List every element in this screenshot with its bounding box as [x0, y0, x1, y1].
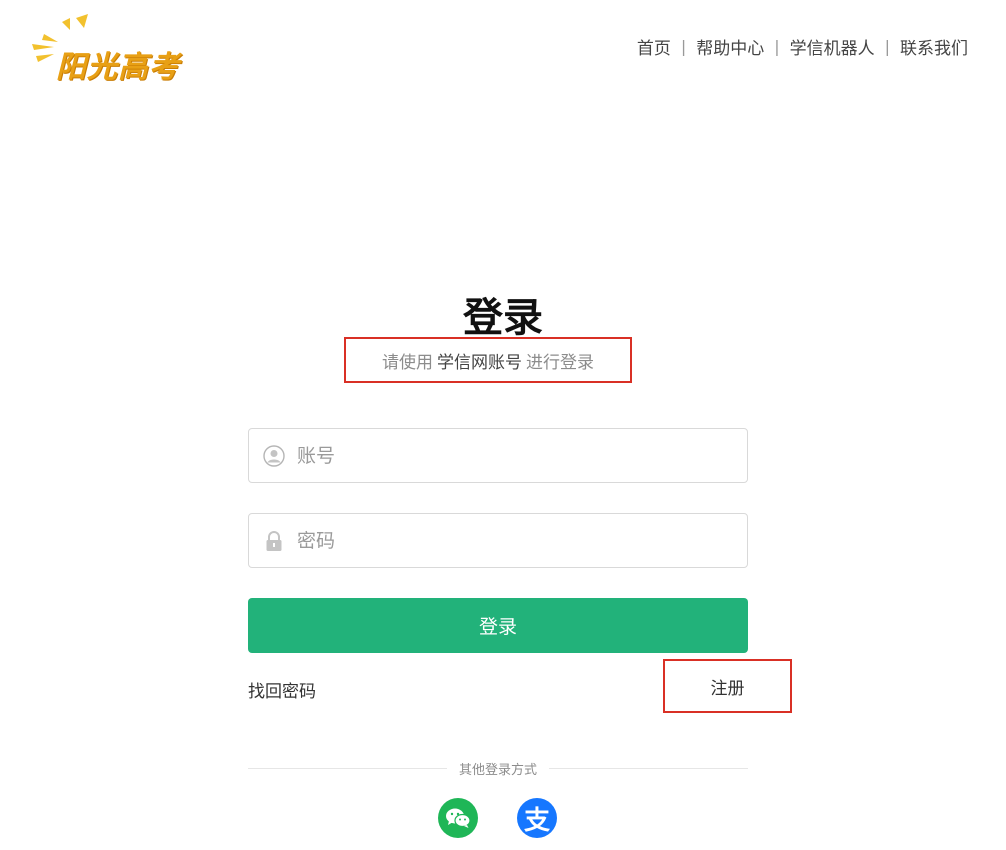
wechat-icon [446, 808, 471, 828]
subtitle-prefix: 请使用 [382, 352, 433, 373]
alipay-icon: 支 [523, 805, 550, 836]
nav-separator: | [774, 37, 780, 56]
user-icon [263, 444, 285, 467]
nav-separator: | [884, 37, 890, 56]
account-input[interactable] [295, 428, 747, 483]
alipay-login-button[interactable]: 支 [517, 798, 557, 838]
password-input[interactable] [295, 513, 747, 568]
divider-line [549, 767, 749, 769]
forgot-password-link[interactable]: 找回密码 [248, 677, 316, 702]
register-label: 注册 [710, 678, 745, 699]
password-field [248, 513, 748, 568]
logo-text: 阳光高考 [56, 50, 180, 85]
nav-separator: | [680, 37, 687, 56]
login-subtitle: 请使用 学信网账号 进行登录 [344, 337, 632, 383]
account-field [248, 428, 748, 483]
login-button[interactable]: 登录 [248, 598, 748, 653]
wechat-login-button[interactable] [438, 798, 478, 838]
top-nav: 首页 | 帮助中心 | 学信机器人 | 联系我们 [637, 34, 968, 59]
other-login-label: 其他登录方式 [459, 762, 538, 778]
nav-contact-us[interactable]: 联系我们 [900, 34, 968, 59]
page-title: 登录 [463, 295, 543, 341]
lock-icon [263, 530, 285, 552]
subtitle-account-name: 学信网账号 [437, 352, 522, 373]
subtitle-suffix: 进行登录 [526, 352, 594, 373]
site-logo[interactable]: 阳光高考 [30, 14, 195, 85]
register-link[interactable]: 注册 [663, 659, 792, 713]
other-login-divider: 其他登录方式 [248, 758, 749, 778]
nav-robot[interactable]: 学信机器人 [790, 34, 875, 59]
divider-line [248, 767, 447, 769]
nav-home[interactable]: 首页 [637, 34, 671, 59]
nav-help-center[interactable]: 帮助中心 [696, 34, 764, 59]
